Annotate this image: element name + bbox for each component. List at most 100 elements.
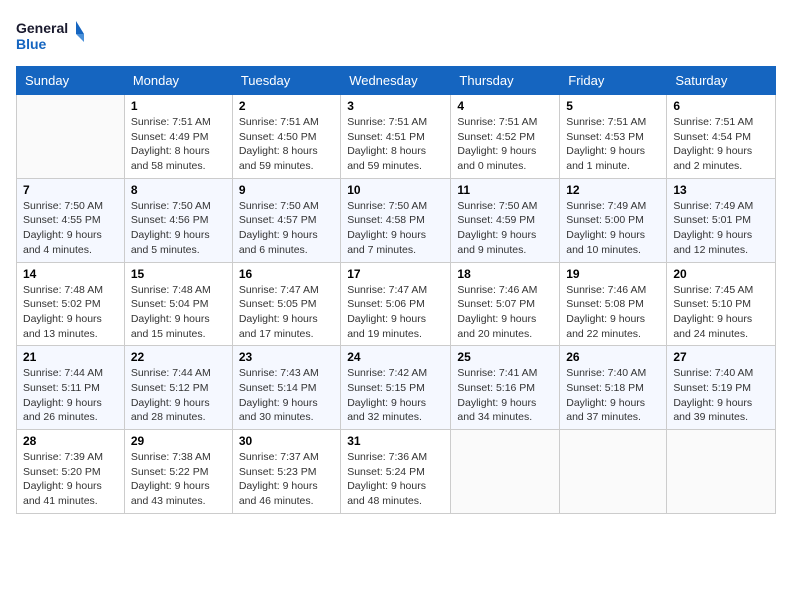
calendar-cell: 6 Sunrise: 7:51 AMSunset: 4:54 PMDaylight… [667, 95, 776, 179]
cell-content: Sunrise: 7:50 AMSunset: 4:59 PMDaylight:… [457, 199, 553, 258]
calendar-table: SundayMondayTuesdayWednesdayThursdayFrid… [16, 66, 776, 514]
day-number: 6 [673, 99, 769, 113]
day-number: 28 [23, 434, 118, 448]
cell-content: Sunrise: 7:36 AMSunset: 5:24 PMDaylight:… [347, 450, 444, 509]
logo: General Blue [16, 16, 86, 56]
day-number: 8 [131, 183, 226, 197]
cell-content: Sunrise: 7:51 AMSunset: 4:53 PMDaylight:… [566, 115, 660, 174]
calendar-cell: 3 Sunrise: 7:51 AMSunset: 4:51 PMDaylight… [341, 95, 451, 179]
calendar-cell: 26 Sunrise: 7:40 AMSunset: 5:18 PMDayligh… [560, 346, 667, 430]
weekday-header-thursday: Thursday [451, 67, 560, 95]
day-number: 19 [566, 267, 660, 281]
calendar-cell [17, 95, 125, 179]
calendar-cell: 22Sunrise: 7:44 AMSunset: 5:12 PMDayligh… [124, 346, 232, 430]
cell-content: Sunrise: 7:49 AMSunset: 5:01 PMDaylight:… [673, 199, 769, 258]
cell-content: Sunrise: 7:47 AMSunset: 5:05 PMDaylight:… [239, 283, 334, 342]
day-number: 25 [457, 350, 553, 364]
calendar-cell: 11 Sunrise: 7:50 AMSunset: 4:59 PMDayligh… [451, 178, 560, 262]
calendar-cell: 16 Sunrise: 7:47 AMSunset: 5:05 PMDayligh… [232, 262, 340, 346]
day-number: 29 [131, 434, 226, 448]
day-number: 16 [239, 267, 334, 281]
calendar-cell: 14Sunrise: 7:48 AMSunset: 5:02 PMDayligh… [17, 262, 125, 346]
day-number: 1 [131, 99, 226, 113]
calendar-cell [451, 430, 560, 514]
calendar-cell: 23 Sunrise: 7:43 AMSunset: 5:14 PMDayligh… [232, 346, 340, 430]
cell-content: Sunrise: 7:42 AMSunset: 5:15 PMDaylight:… [347, 366, 444, 425]
week-row-2: 7 Sunrise: 7:50 AMSunset: 4:55 PMDaylight… [17, 178, 776, 262]
day-number: 17 [347, 267, 444, 281]
calendar-cell: 2 Sunrise: 7:51 AMSunset: 4:50 PMDaylight… [232, 95, 340, 179]
cell-content: Sunrise: 7:51 AMSunset: 4:51 PMDaylight:… [347, 115, 444, 174]
day-number: 2 [239, 99, 334, 113]
day-number: 7 [23, 183, 118, 197]
calendar-cell [667, 430, 776, 514]
weekday-header-friday: Friday [560, 67, 667, 95]
cell-content: Sunrise: 7:47 AMSunset: 5:06 PMDaylight:… [347, 283, 444, 342]
weekday-header-monday: Monday [124, 67, 232, 95]
calendar-cell: 24Sunrise: 7:42 AMSunset: 5:15 PMDayligh… [341, 346, 451, 430]
cell-content: Sunrise: 7:51 AMSunset: 4:54 PMDaylight:… [673, 115, 769, 174]
svg-text:General: General [16, 20, 68, 36]
calendar-cell: 13 Sunrise: 7:49 AMSunset: 5:01 PMDayligh… [667, 178, 776, 262]
calendar-cell: 21 Sunrise: 7:44 AMSunset: 5:11 PMDayligh… [17, 346, 125, 430]
day-number: 3 [347, 99, 444, 113]
cell-content: Sunrise: 7:46 AMSunset: 5:07 PMDaylight:… [457, 283, 553, 342]
cell-content: Sunrise: 7:50 AMSunset: 4:55 PMDaylight:… [23, 199, 118, 258]
calendar-cell: 25 Sunrise: 7:41 AMSunset: 5:16 PMDayligh… [451, 346, 560, 430]
calendar-cell [560, 430, 667, 514]
day-number: 11 [457, 183, 553, 197]
cell-content: Sunrise: 7:38 AMSunset: 5:22 PMDaylight:… [131, 450, 226, 509]
logo-icon: General Blue [16, 16, 86, 56]
calendar-cell: 9Sunrise: 7:50 AMSunset: 4:57 PMDaylight… [232, 178, 340, 262]
calendar-cell: 30 Sunrise: 7:37 AMSunset: 5:23 PMDayligh… [232, 430, 340, 514]
svg-text:Blue: Blue [16, 36, 47, 52]
calendar-cell: 17 Sunrise: 7:47 AMSunset: 5:06 PMDayligh… [341, 262, 451, 346]
week-row-5: 28 Sunrise: 7:39 AMSunset: 5:20 PMDayligh… [17, 430, 776, 514]
day-number: 31 [347, 434, 444, 448]
cell-content: Sunrise: 7:50 AMSunset: 4:56 PMDaylight:… [131, 199, 226, 258]
cell-content: Sunrise: 7:48 AMSunset: 5:04 PMDaylight:… [131, 283, 226, 342]
weekday-header-row: SundayMondayTuesdayWednesdayThursdayFrid… [17, 67, 776, 95]
week-row-3: 14Sunrise: 7:48 AMSunset: 5:02 PMDayligh… [17, 262, 776, 346]
day-number: 15 [131, 267, 226, 281]
cell-content: Sunrise: 7:40 AMSunset: 5:18 PMDaylight:… [566, 366, 660, 425]
cell-content: Sunrise: 7:45 AMSunset: 5:10 PMDaylight:… [673, 283, 769, 342]
cell-content: Sunrise: 7:43 AMSunset: 5:14 PMDaylight:… [239, 366, 334, 425]
cell-content: Sunrise: 7:49 AMSunset: 5:00 PMDaylight:… [566, 199, 660, 258]
cell-content: Sunrise: 7:51 AMSunset: 4:50 PMDaylight:… [239, 115, 334, 174]
calendar-cell: 29 Sunrise: 7:38 AMSunset: 5:22 PMDayligh… [124, 430, 232, 514]
day-number: 26 [566, 350, 660, 364]
week-row-4: 21 Sunrise: 7:44 AMSunset: 5:11 PMDayligh… [17, 346, 776, 430]
header: General Blue [16, 16, 776, 56]
day-number: 10 [347, 183, 444, 197]
cell-content: Sunrise: 7:37 AMSunset: 5:23 PMDaylight:… [239, 450, 334, 509]
calendar-cell: 28 Sunrise: 7:39 AMSunset: 5:20 PMDayligh… [17, 430, 125, 514]
cell-content: Sunrise: 7:50 AMSunset: 4:58 PMDaylight:… [347, 199, 444, 258]
day-number: 13 [673, 183, 769, 197]
calendar-cell: 27Sunrise: 7:40 AMSunset: 5:19 PMDayligh… [667, 346, 776, 430]
cell-content: Sunrise: 7:50 AMSunset: 4:57 PMDaylight:… [239, 199, 334, 258]
calendar-cell: 7 Sunrise: 7:50 AMSunset: 4:55 PMDaylight… [17, 178, 125, 262]
cell-content: Sunrise: 7:51 AMSunset: 4:49 PMDaylight:… [131, 115, 226, 174]
cell-content: Sunrise: 7:40 AMSunset: 5:19 PMDaylight:… [673, 366, 769, 425]
cell-content: Sunrise: 7:44 AMSunset: 5:11 PMDaylight:… [23, 366, 118, 425]
cell-content: Sunrise: 7:39 AMSunset: 5:20 PMDaylight:… [23, 450, 118, 509]
weekday-header-wednesday: Wednesday [341, 67, 451, 95]
day-number: 5 [566, 99, 660, 113]
calendar-cell: 10 Sunrise: 7:50 AMSunset: 4:58 PMDayligh… [341, 178, 451, 262]
calendar-cell: 8 Sunrise: 7:50 AMSunset: 4:56 PMDaylight… [124, 178, 232, 262]
cell-content: Sunrise: 7:41 AMSunset: 5:16 PMDaylight:… [457, 366, 553, 425]
calendar-cell: 5 Sunrise: 7:51 AMSunset: 4:53 PMDaylight… [560, 95, 667, 179]
calendar-cell: 15 Sunrise: 7:48 AMSunset: 5:04 PMDayligh… [124, 262, 232, 346]
day-number: 18 [457, 267, 553, 281]
cell-content: Sunrise: 7:48 AMSunset: 5:02 PMDaylight:… [23, 283, 118, 342]
calendar-cell: 19 Sunrise: 7:46 AMSunset: 5:08 PMDayligh… [560, 262, 667, 346]
day-number: 12 [566, 183, 660, 197]
calendar-cell: 12 Sunrise: 7:49 AMSunset: 5:00 PMDayligh… [560, 178, 667, 262]
day-number: 21 [23, 350, 118, 364]
weekday-header-sunday: Sunday [17, 67, 125, 95]
day-number: 23 [239, 350, 334, 364]
day-number: 30 [239, 434, 334, 448]
cell-content: Sunrise: 7:44 AMSunset: 5:12 PMDaylight:… [131, 366, 226, 425]
cell-content: Sunrise: 7:46 AMSunset: 5:08 PMDaylight:… [566, 283, 660, 342]
